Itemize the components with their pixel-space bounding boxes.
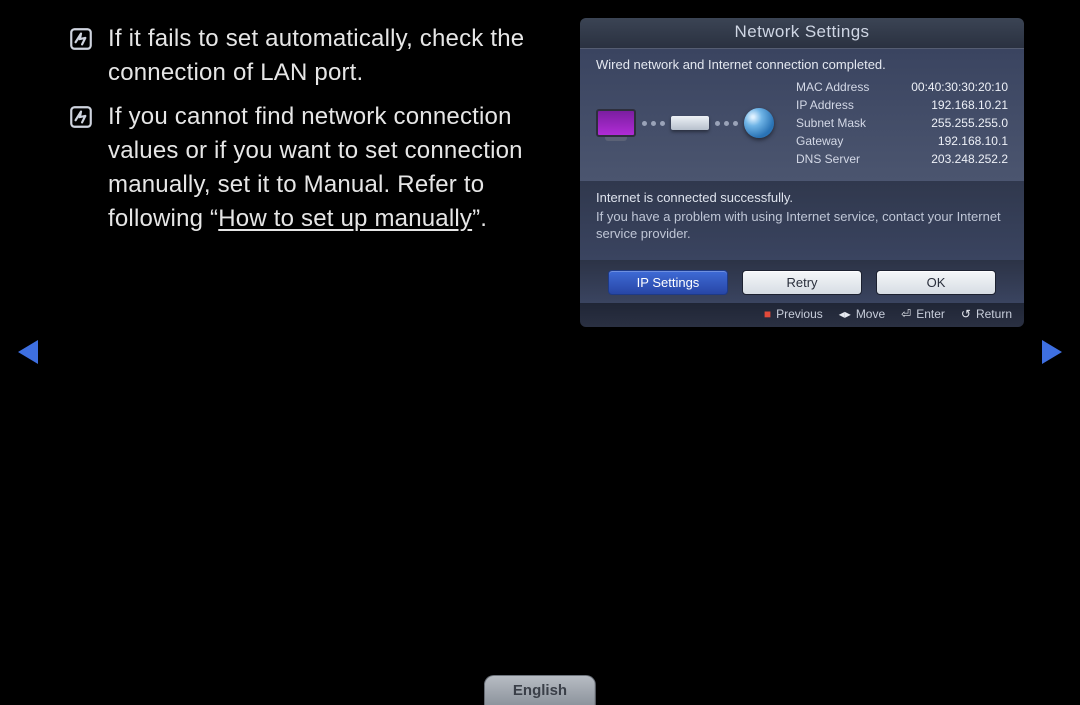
move-icon: ◂▸: [839, 307, 851, 321]
success-message: Internet is connected successfully.: [596, 189, 1008, 206]
page-prev-button[interactable]: [18, 340, 38, 364]
ip-settings-button[interactable]: IP Settings: [608, 270, 728, 295]
connection-status: Wired network and Internet connection co…: [596, 57, 1008, 72]
network-info: MAC Address00:40:30:30:20:10 IP Address1…: [796, 78, 1008, 168]
network-settings-panel: Network Settings Wired network and Inter…: [580, 18, 1024, 327]
tv-icon: [596, 109, 636, 137]
return-icon: ↺: [961, 307, 971, 321]
note-text-2: If you cannot find network connection va…: [108, 100, 558, 236]
howto-link[interactable]: How to set up manually: [218, 205, 472, 232]
hint-bar: ■Previous ◂▸Move ⏎Enter ↺Return: [580, 303, 1024, 327]
globe-icon: [744, 108, 774, 138]
router-icon: [671, 116, 709, 130]
language-tab[interactable]: English: [484, 675, 596, 705]
note-icon: [68, 104, 94, 130]
note-icon: [68, 26, 94, 52]
red-dot-icon: ■: [764, 307, 771, 321]
page-next-button[interactable]: [1042, 340, 1062, 364]
note-text-1: If it fails to set automatically, check …: [108, 22, 558, 90]
enter-icon: ⏎: [901, 307, 911, 321]
panel-title: Network Settings: [580, 18, 1024, 49]
ok-button[interactable]: OK: [876, 270, 996, 295]
retry-button[interactable]: Retry: [742, 270, 862, 295]
topology-diagram: [596, 108, 796, 138]
help-message: If you have a problem with using Interne…: [596, 208, 1008, 242]
